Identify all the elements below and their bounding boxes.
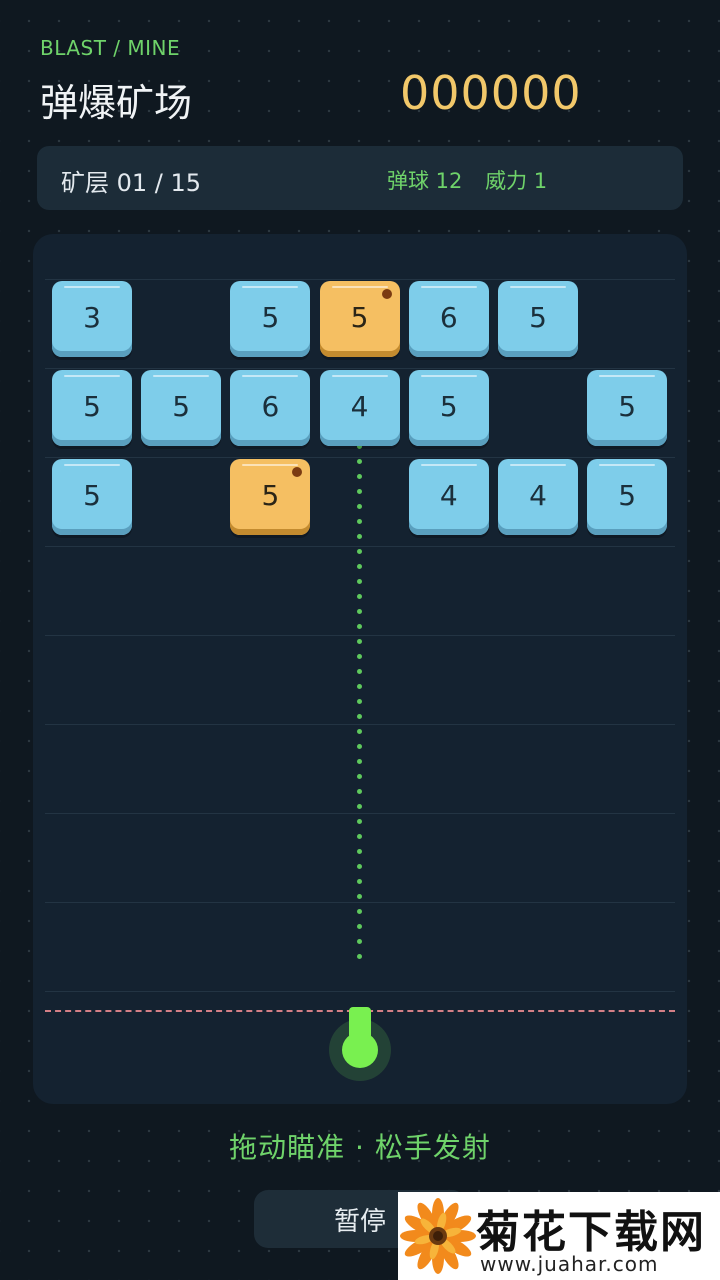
- block-value: 4: [439, 478, 458, 512]
- grid-line: [45, 991, 675, 992]
- block-value: 5: [261, 478, 280, 512]
- aim-dot: [357, 789, 362, 794]
- aim-dot: [357, 624, 362, 629]
- grid-line: [45, 368, 675, 369]
- number-block: 3: [52, 281, 132, 357]
- aim-dot: [357, 849, 362, 854]
- number-block: 4: [498, 459, 578, 535]
- aim-dot: [357, 804, 362, 809]
- grid-line: [45, 724, 675, 725]
- ball-count: 弹球 12: [387, 169, 463, 193]
- number-block: 6: [230, 370, 311, 446]
- block-value: 5: [439, 389, 458, 423]
- launcher-ball[interactable]: [342, 1032, 378, 1068]
- block-value: 5: [350, 300, 369, 334]
- aim-dot: [357, 609, 362, 614]
- number-block: 5: [52, 459, 132, 535]
- aim-dot: [357, 699, 362, 704]
- aim-dot: [357, 909, 362, 914]
- game-title: 弹爆矿场: [40, 81, 193, 125]
- aim-dot: [357, 459, 362, 464]
- aim-dot: [357, 474, 362, 479]
- number-block: 5: [587, 459, 668, 535]
- aim-dot: [357, 534, 362, 539]
- gold-block: 5: [230, 459, 311, 535]
- block-value: 6: [261, 389, 280, 423]
- watermark-title: 菊花下载网: [476, 1207, 706, 1258]
- aim-dot: [357, 759, 362, 764]
- aim-dot: [357, 654, 362, 659]
- aim-dot: [357, 819, 362, 824]
- score-display: 000000: [400, 66, 582, 120]
- number-block: 5: [498, 281, 578, 357]
- watermark-banner: 菊花下载网 www.juahar.com: [398, 1192, 720, 1280]
- aim-dot: [357, 864, 362, 869]
- number-block: 5: [587, 370, 668, 446]
- game-subtitle: BLAST / MINE: [40, 36, 181, 60]
- block-value: 3: [83, 300, 101, 334]
- block-value: 5: [172, 389, 191, 423]
- control-hint: 拖动瞄准 · 松手发射: [229, 1131, 491, 1164]
- aim-dot: [357, 834, 362, 839]
- ball-stats: 弹球 12 威力 1: [387, 165, 547, 195]
- aim-dot: [357, 549, 362, 554]
- block-value: 5: [83, 478, 101, 512]
- bonus-dot-icon: [381, 289, 392, 299]
- grid-line: [45, 546, 675, 547]
- block-value: 5: [261, 300, 280, 334]
- block-value: 4: [529, 478, 547, 512]
- grid-line: [45, 813, 675, 814]
- level-indicator: 矿层 01 / 15: [61, 169, 202, 197]
- bonus-dot-icon: [292, 467, 303, 477]
- power-level: 威力 1: [485, 169, 548, 193]
- aim-dot: [357, 669, 362, 674]
- aim-dot: [357, 579, 362, 584]
- aim-dot: [357, 564, 362, 569]
- aim-dot: [357, 519, 362, 524]
- aim-dot: [357, 894, 362, 899]
- aim-dot: [357, 939, 362, 944]
- aim-dot: [357, 954, 362, 959]
- aim-dot: [357, 924, 362, 929]
- number-block: 6: [408, 281, 489, 357]
- aim-dot: [357, 744, 362, 749]
- gold-block: 5: [319, 281, 400, 357]
- aim-dot: [357, 489, 362, 494]
- info-bar: 矿层 01 / 15 弹球 12 威力 1: [37, 146, 683, 210]
- number-block: 4: [319, 370, 400, 446]
- number-block: 5: [52, 370, 132, 446]
- aim-dot: [357, 504, 362, 509]
- grid-line: [45, 635, 675, 636]
- aim-dot: [357, 879, 362, 884]
- number-block: 4: [408, 459, 489, 535]
- flower-logo-icon: [400, 1198, 476, 1274]
- aim-dot: [357, 684, 362, 689]
- number-block: 5: [408, 370, 489, 446]
- block-value: 4: [350, 389, 369, 423]
- watermark-url: www.juahar.com: [480, 1252, 659, 1276]
- aim-dot: [357, 639, 362, 644]
- game-board[interactable]: 3 5 5 6 5 5 5 6 4 5 5 5 5 4 4 5: [33, 234, 687, 1104]
- number-block: 5: [230, 281, 311, 357]
- block-value: 5: [529, 300, 547, 334]
- aim-dot: [357, 594, 362, 599]
- aim-dot: [357, 774, 362, 779]
- number-block: 5: [141, 370, 222, 446]
- block-value: 5: [618, 389, 637, 423]
- block-value: 5: [83, 389, 101, 423]
- aim-dot: [357, 729, 362, 734]
- block-value: 5: [618, 478, 637, 512]
- block-value: 6: [439, 300, 458, 334]
- grid-line: [45, 279, 675, 280]
- grid-line: [45, 457, 675, 458]
- aim-dot: [357, 714, 362, 719]
- grid-line: [45, 902, 675, 903]
